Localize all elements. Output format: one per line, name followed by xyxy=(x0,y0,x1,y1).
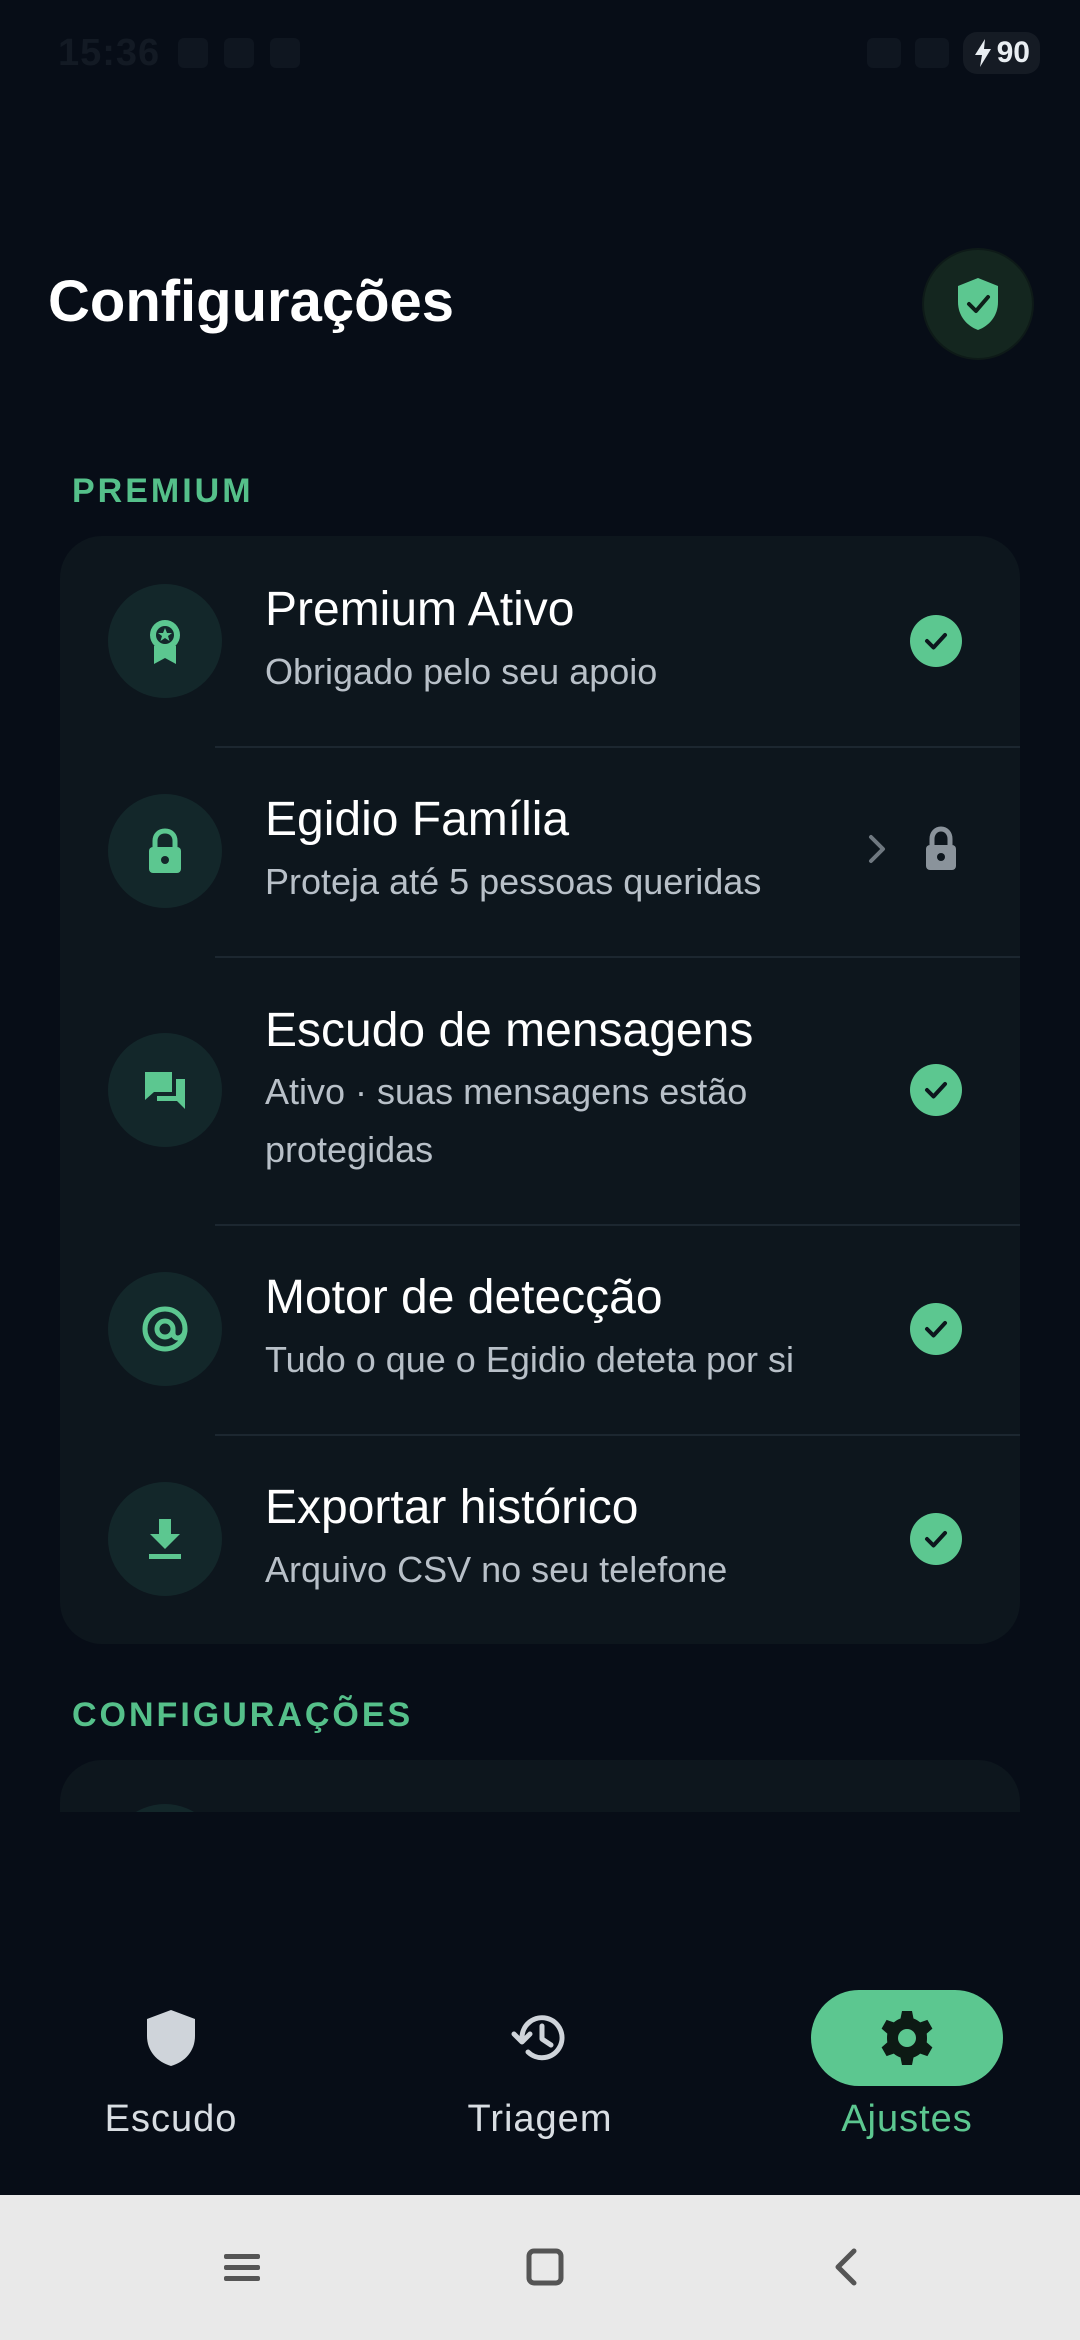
row-icon-container xyxy=(108,1804,222,1812)
at-target-icon xyxy=(142,1306,188,1352)
home-button[interactable] xyxy=(513,2235,577,2299)
check-circle-icon xyxy=(910,615,962,667)
list-item-message-shield[interactable]: Escudo de mensagens Ativo · suas mensage… xyxy=(60,956,1020,1224)
nav-label: Triagem xyxy=(467,2098,613,2140)
list-item-export-history[interactable]: Exportar histórico Arquivo CSV no seu te… xyxy=(60,1434,1020,1644)
notification-icon xyxy=(270,38,300,68)
row-icon-container xyxy=(108,584,222,698)
chat-icon xyxy=(145,1072,185,1109)
notification-icon xyxy=(224,38,254,68)
notification-icon xyxy=(178,38,208,68)
nav-item-ajustes[interactable]: Ajustes xyxy=(777,1990,1037,2141)
nav-icon-container xyxy=(444,1990,636,2086)
row-title: Exportar histórico xyxy=(265,1481,639,1535)
row-subtitle: Tudo o que o Egidio deteta por si xyxy=(265,1339,795,1380)
row-icon-container xyxy=(108,1272,222,1386)
shield-icon xyxy=(147,2010,195,2066)
row-subtitle: Arquivo CSV no seu telefone xyxy=(265,1549,728,1590)
check-circle-icon xyxy=(910,1064,962,1116)
status-notification-icons xyxy=(178,38,300,68)
status-bar: 15:36 90 xyxy=(0,0,1080,110)
gear-icon xyxy=(881,2011,933,2065)
chevron-right-icon xyxy=(864,831,890,872)
check-circle-icon xyxy=(910,1303,962,1355)
list-item-egidio-familia[interactable]: Egidio Família Proteja até 5 pessoas que… xyxy=(60,746,1020,956)
list-item-premium-active[interactable]: Premium Ativo Obrigado pelo seu apoio xyxy=(60,536,1020,746)
row-subtitle: Proteja até 5 pessoas queridas xyxy=(265,861,762,902)
lock-icon xyxy=(149,828,181,873)
row-icon-container xyxy=(108,1482,222,1596)
bottom-navigation: Escudo Triagem Ajustes xyxy=(0,1960,1080,2195)
back-chevron-icon xyxy=(835,2248,857,2286)
status-system-icons: 90 xyxy=(866,32,1040,74)
page-title: Configurações xyxy=(48,269,455,334)
row-icon-container xyxy=(108,794,222,908)
premium-card: Premium Ativo Obrigado pelo seu apoio Eg… xyxy=(60,536,1020,1644)
shield-check-icon xyxy=(958,278,998,330)
settings-card xyxy=(60,1760,1020,1812)
page-header: Configurações xyxy=(0,240,1080,360)
nav-label: Ajustes xyxy=(841,2098,973,2140)
shield-badge-button[interactable] xyxy=(924,250,1032,358)
row-title: Egidio Família xyxy=(265,793,570,847)
nav-label: Escudo xyxy=(104,2098,238,2140)
battery-level: 90 xyxy=(996,36,1030,69)
headset-icon xyxy=(866,38,901,68)
signal-icon xyxy=(914,38,949,68)
status-time: 15:36 xyxy=(58,32,161,74)
row-title: Premium Ativo xyxy=(265,583,575,637)
battery-indicator: 90 xyxy=(962,32,1040,74)
row-icon-container xyxy=(108,1033,222,1147)
menu-icon xyxy=(224,2254,260,2281)
back-button[interactable] xyxy=(816,2235,880,2299)
award-icon xyxy=(150,620,180,664)
check-circle-icon xyxy=(910,1513,962,1565)
locked-lock-icon xyxy=(920,825,962,878)
recents-button[interactable] xyxy=(210,2235,274,2299)
system-navigation-bar xyxy=(0,2195,1080,2340)
row-subtitle: Obrigado pelo seu apoio xyxy=(265,651,658,692)
download-icon xyxy=(149,1519,181,1559)
nav-item-triagem[interactable]: Triagem xyxy=(410,1990,670,2141)
row-title: Escudo de mensagens xyxy=(265,1003,754,1057)
square-icon xyxy=(526,2248,564,2286)
row-subtitle: Ativo · suas mensagens estão protegidas xyxy=(265,1071,748,1170)
list-item-detection-engine[interactable]: Motor de detecção Tudo o que o Egidio de… xyxy=(60,1224,1020,1434)
section-label-premium: PREMIUM xyxy=(72,472,254,510)
nav-icon-container xyxy=(75,1990,267,2086)
charging-bolt-icon xyxy=(974,39,991,67)
row-title: Motor de detecção xyxy=(265,1271,663,1325)
nav-icon-container-active xyxy=(811,1990,1003,2086)
nav-item-escudo[interactable]: Escudo xyxy=(41,1990,301,2141)
history-icon xyxy=(511,2015,565,2061)
section-label-settings: CONFIGURAÇÕES xyxy=(72,1696,414,1734)
